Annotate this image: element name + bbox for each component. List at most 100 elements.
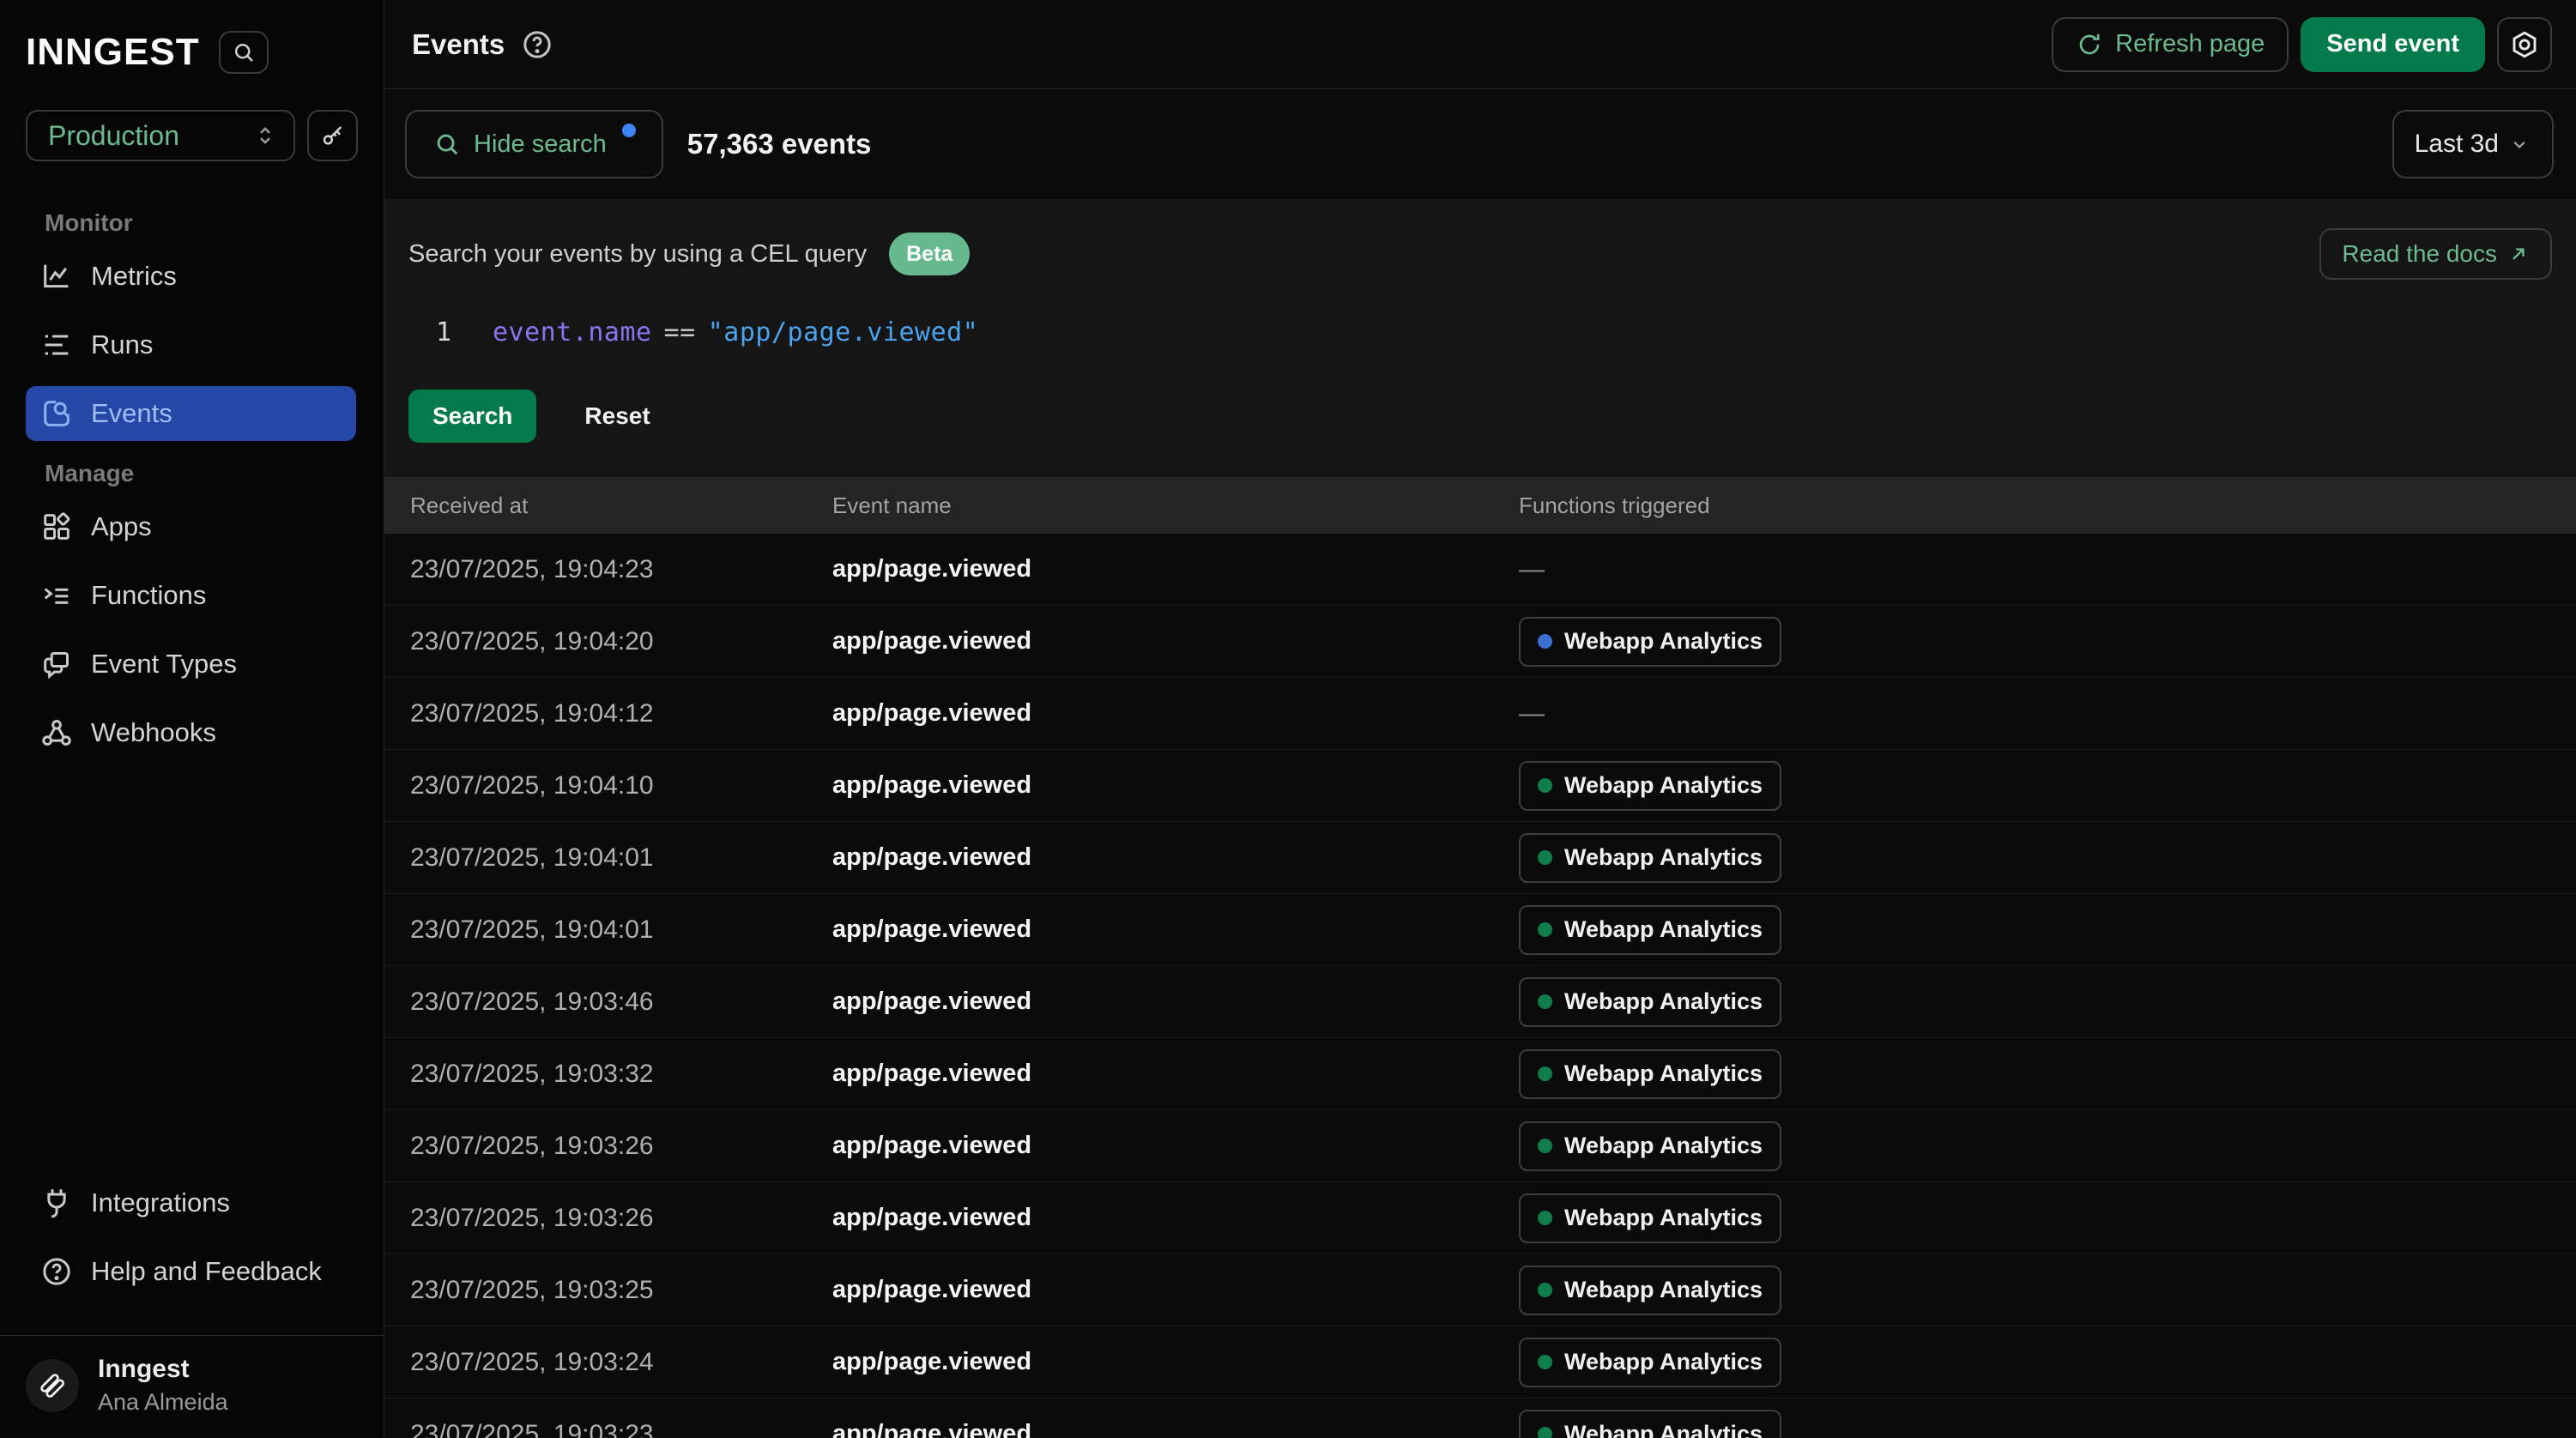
code-token-operator: == [664, 317, 696, 347]
code-token-string: "app/page.viewed" [708, 317, 979, 347]
send-event-label: Send event [2326, 30, 2459, 58]
cell-event-name: app/page.viewed [832, 843, 1519, 872]
avatar [26, 1359, 79, 1412]
profile-menu[interactable]: Inngest Ana Almeida [0, 1335, 384, 1438]
question-circle-icon [39, 1254, 74, 1289]
gear-icon [2509, 29, 2540, 60]
table-body: 23/07/2025, 19:04:23 app/page.viewed — 2… [384, 534, 2576, 1438]
table-row[interactable]: 23/07/2025, 19:04:01 app/page.viewed Web… [384, 894, 2576, 966]
table-row[interactable]: 23/07/2025, 19:03:23 app/page.viewed Web… [384, 1399, 2576, 1438]
environment-select[interactable]: Production [26, 110, 295, 161]
sidebar-item-event-types[interactable]: Event Types [26, 637, 356, 692]
sidebar-item-webhooks[interactable]: Webhooks [26, 705, 356, 760]
event-keys-button[interactable] [307, 110, 358, 161]
cel-query-code[interactable]: event.name == "app/page.viewed" [493, 317, 978, 347]
table-row[interactable]: 23/07/2025, 19:03:24 app/page.viewed Web… [384, 1326, 2576, 1399]
cell-functions-triggered: Webapp Analytics [1519, 1121, 2576, 1171]
table-row[interactable]: 23/07/2025, 19:04:23 app/page.viewed — [384, 534, 2576, 606]
read-the-docs-button[interactable]: Read the docs [2319, 228, 2552, 280]
sidebar-item-label: Runs [91, 329, 153, 360]
table-row[interactable]: 23/07/2025, 19:04:01 app/page.viewed Web… [384, 822, 2576, 894]
function-badge[interactable]: Webapp Analytics [1519, 833, 1781, 883]
send-event-button[interactable]: Send event [2301, 17, 2485, 72]
table-row[interactable]: 23/07/2025, 19:03:32 app/page.viewed Web… [384, 1038, 2576, 1110]
function-badge[interactable]: Webapp Analytics [1519, 1266, 1781, 1315]
function-badge-label: Webapp Analytics [1564, 772, 1763, 799]
table-row[interactable]: 23/07/2025, 19:04:20 app/page.viewed Web… [384, 606, 2576, 678]
sidebar-nav: Monitor Metrics Runs [0, 190, 384, 774]
cell-functions-triggered: Webapp Analytics [1519, 1338, 2576, 1387]
function-badge-label: Webapp Analytics [1564, 1421, 1763, 1438]
cell-event-name: app/page.viewed [832, 1060, 1519, 1088]
cell-received-at: 23/07/2025, 19:04:01 [410, 915, 832, 945]
cell-event-name: app/page.viewed [832, 1132, 1519, 1160]
nav-section-manage: Manage [45, 460, 356, 487]
function-badge[interactable]: Webapp Analytics [1519, 1338, 1781, 1387]
global-search-button[interactable] [219, 31, 269, 74]
sidebar-item-runs[interactable]: Runs [26, 317, 356, 372]
sidebar: INNGEST Production [0, 0, 384, 1438]
table-row[interactable]: 23/07/2025, 19:03:25 app/page.viewed Web… [384, 1254, 2576, 1326]
hide-search-label: Hide search [474, 130, 607, 159]
chart-line-icon [39, 259, 74, 293]
table-row[interactable]: 23/07/2025, 19:03:46 app/page.viewed Web… [384, 966, 2576, 1038]
cell-functions-triggered: Webapp Analytics [1519, 761, 2576, 811]
queue-list-icon [39, 328, 74, 362]
function-badge[interactable]: Webapp Analytics [1519, 977, 1781, 1027]
cel-search-panel: Search your events by using a CEL query … [384, 199, 2576, 477]
status-dot [1538, 1355, 1552, 1369]
cell-event-name: app/page.viewed [832, 1348, 1519, 1376]
environment-label: Production [48, 120, 252, 152]
function-badge[interactable]: Webapp Analytics [1519, 761, 1781, 811]
column-header-functions-triggered: Functions triggered [1519, 492, 2576, 519]
cel-query-editor[interactable]: 1 event.name=="app/page.viewed" [408, 302, 2552, 362]
table-row[interactable]: 23/07/2025, 19:03:26 app/page.viewed Web… [384, 1110, 2576, 1182]
column-header-received-at: Received at [410, 492, 832, 519]
function-badge[interactable]: Webapp Analytics [1519, 1193, 1781, 1243]
sidebar-item-apps[interactable]: Apps [26, 499, 356, 554]
cell-functions-triggered: Webapp Analytics [1519, 905, 2576, 955]
cell-received-at: 23/07/2025, 19:03:26 [410, 1204, 832, 1233]
hide-search-button[interactable]: Hide search [405, 110, 663, 178]
external-link-icon [2507, 243, 2530, 265]
status-dot [1538, 1427, 1552, 1438]
page-header: Events [384, 0, 2576, 89]
cell-received-at: 23/07/2025, 19:04:12 [410, 699, 832, 728]
status-dot [1538, 922, 1552, 937]
sidebar-item-functions[interactable]: Functions [26, 568, 356, 623]
function-badge[interactable]: Webapp Analytics [1519, 1410, 1781, 1438]
events-count: 57,363 events [687, 128, 872, 160]
table-row[interactable]: 23/07/2025, 19:04:12 app/page.viewed — [384, 678, 2576, 750]
function-badge-label: Webapp Analytics [1564, 1277, 1763, 1303]
page-title: Events [412, 28, 505, 61]
page-help-button[interactable] [520, 26, 558, 63]
cell-event-name: app/page.viewed [832, 1276, 1519, 1304]
sidebar-item-metrics[interactable]: Metrics [26, 249, 356, 304]
function-badge[interactable]: Webapp Analytics [1519, 905, 1781, 955]
time-range-select[interactable]: Last 3d [2392, 110, 2554, 178]
refresh-page-label: Refresh page [2115, 30, 2265, 58]
question-circle-icon [520, 27, 558, 62]
settings-button[interactable] [2497, 17, 2552, 72]
status-dot [1538, 634, 1552, 649]
table-row[interactable]: 23/07/2025, 19:03:26 app/page.viewed Web… [384, 1182, 2576, 1254]
refresh-page-button[interactable]: Refresh page [2052, 17, 2289, 72]
reset-button[interactable]: Reset [584, 402, 650, 430]
sidebar-item-help-and-feedback[interactable]: Help and Feedback [26, 1244, 356, 1299]
table-row[interactable]: 23/07/2025, 19:04:10 app/page.viewed Web… [384, 750, 2576, 822]
cell-received-at: 23/07/2025, 19:03:24 [410, 1348, 832, 1377]
code-token-property: event.name [493, 317, 652, 347]
function-badge[interactable]: Webapp Analytics [1519, 617, 1781, 667]
cell-functions-triggered: Webapp Analytics [1519, 617, 2576, 667]
status-dot [1538, 1283, 1552, 1297]
function-badge[interactable]: Webapp Analytics [1519, 1049, 1781, 1099]
sidebar-item-integrations[interactable]: Integrations [26, 1175, 356, 1230]
cell-received-at: 23/07/2025, 19:03:25 [410, 1276, 832, 1305]
search-button[interactable]: Search [408, 390, 536, 443]
cell-event-name: app/page.viewed [832, 1204, 1519, 1232]
function-badge[interactable]: Webapp Analytics [1519, 1121, 1781, 1171]
sidebar-item-label: Webhooks [91, 717, 216, 748]
sidebar-item-events[interactable]: Events [26, 386, 356, 441]
cell-event-name: app/page.viewed [832, 915, 1519, 944]
cell-received-at: 23/07/2025, 19:04:23 [410, 555, 832, 584]
